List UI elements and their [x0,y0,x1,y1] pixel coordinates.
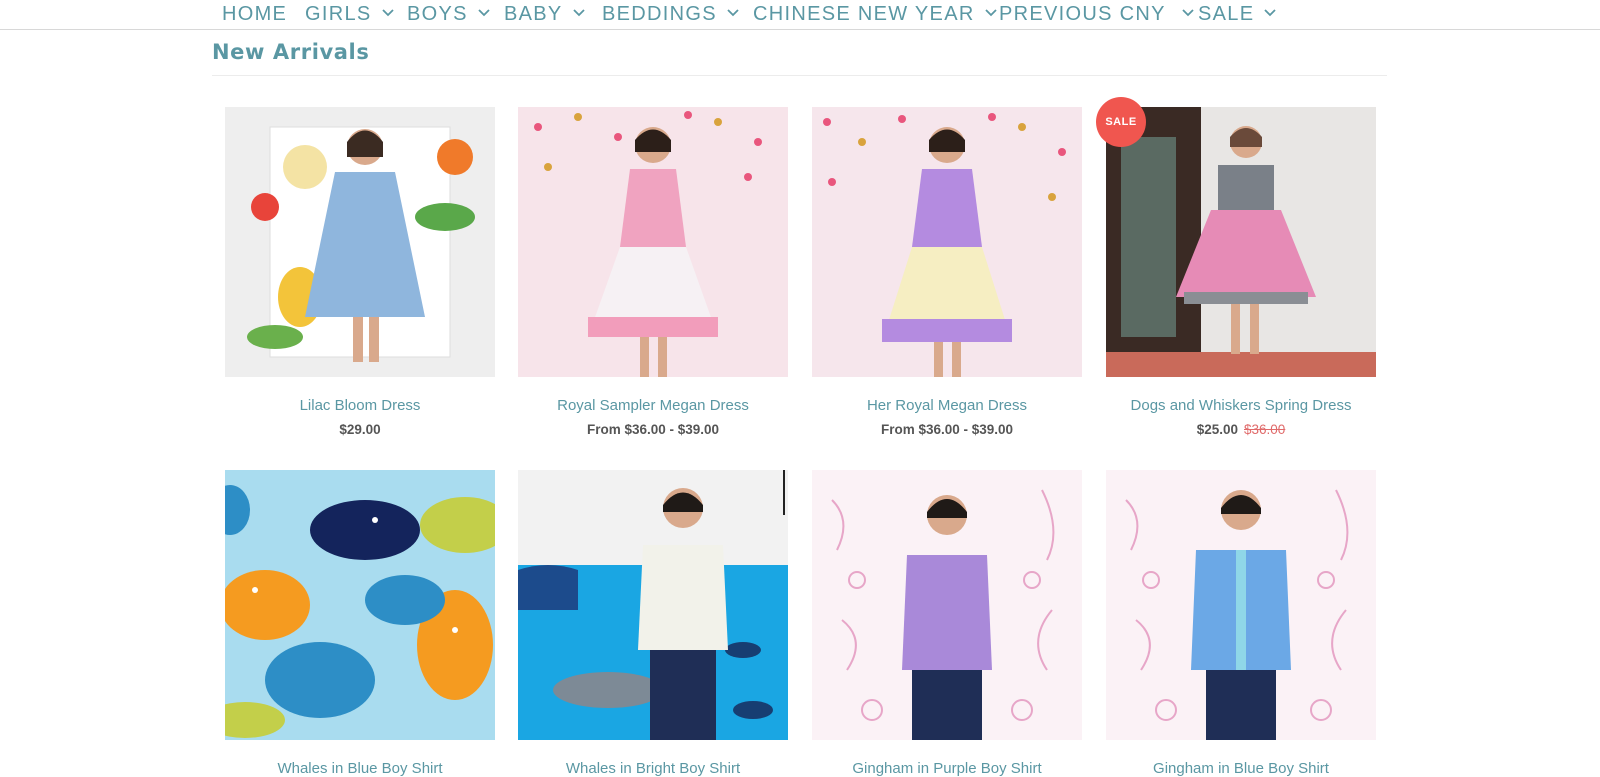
compare-price: $36.00 [1244,422,1286,437]
price-value: $29.00 [339,422,381,437]
nav-item-home[interactable]: HOME [222,2,287,26]
chevron-down-icon [478,9,490,17]
nav-item-boys[interactable]: BOYS [407,2,490,26]
chevron-down-icon [984,9,997,17]
product-price: From $36.00 - $39.00 [812,422,1082,437]
nav-item-label: PREVIOUS CNY [999,3,1166,25]
product-name[interactable]: Dogs and Whiskers Spring Dress [1106,397,1376,414]
product-name[interactable]: Whales in Blue Boy Shirt [225,760,495,777]
chevron-down-icon [1182,9,1194,17]
chevron-down-icon [381,9,394,17]
product-image[interactable] [518,470,788,740]
nav-item-label: CHINESE NEW YEAR [753,3,975,25]
product-image[interactable] [1106,107,1376,377]
price-value: $25.00 [1196,422,1238,437]
nav-item-label: GIRLS [305,3,372,25]
product-name[interactable]: Royal Sampler Megan Dress [518,397,788,414]
product-name[interactable]: Lilac Bloom Dress [225,397,495,414]
product-price: From $36.00 - $39.00 [518,422,788,437]
nav-item-chinese-new-year[interactable]: CHINESE NEW YEAR [753,2,997,26]
nav-item-beddings[interactable]: BEDDINGS [602,2,739,26]
section-title: New Arrivals [212,40,370,64]
nav-item-girls[interactable]: GIRLS [305,2,394,26]
nav-item-baby[interactable]: BABY [504,2,585,26]
price-value: From $36.00 - $39.00 [586,422,720,437]
product-price: $29.00 [225,422,495,437]
price-value: From $36.00 - $39.00 [880,422,1014,437]
nav-item-label: BOYS [407,3,468,25]
product-name[interactable]: Gingham in Purple Boy Shirt [812,760,1082,777]
chevron-down-icon [1264,9,1276,17]
product-image[interactable] [1106,470,1376,740]
product-image[interactable] [518,107,788,377]
chevron-down-icon [572,9,585,17]
product-name[interactable]: Whales in Bright Boy Shirt [518,760,788,777]
product-image[interactable] [812,470,1082,740]
nav-item-label: BABY [504,3,563,25]
product-name[interactable]: Gingham in Blue Boy Shirt [1106,760,1376,777]
sale-badge: SALE [1096,97,1146,147]
product-image[interactable] [812,107,1082,377]
nav-item-previous-cny[interactable]: PREVIOUS CNY [999,2,1194,26]
chevron-down-icon [727,9,739,17]
product-price: $25.00 $36.00 [1106,422,1376,437]
main-nav: HOME GIRLS BOYS BABY BEDDINGS CHINESE NE… [0,0,1600,30]
product-image[interactable] [225,107,495,377]
product-image[interactable] [225,470,495,740]
title-divider [212,75,1387,76]
nav-item-sale[interactable]: SALE [1198,2,1276,26]
product-name[interactable]: Her Royal Megan Dress [812,397,1082,414]
nav-item-label: SALE [1198,3,1255,25]
nav-item-label: BEDDINGS [602,3,717,25]
